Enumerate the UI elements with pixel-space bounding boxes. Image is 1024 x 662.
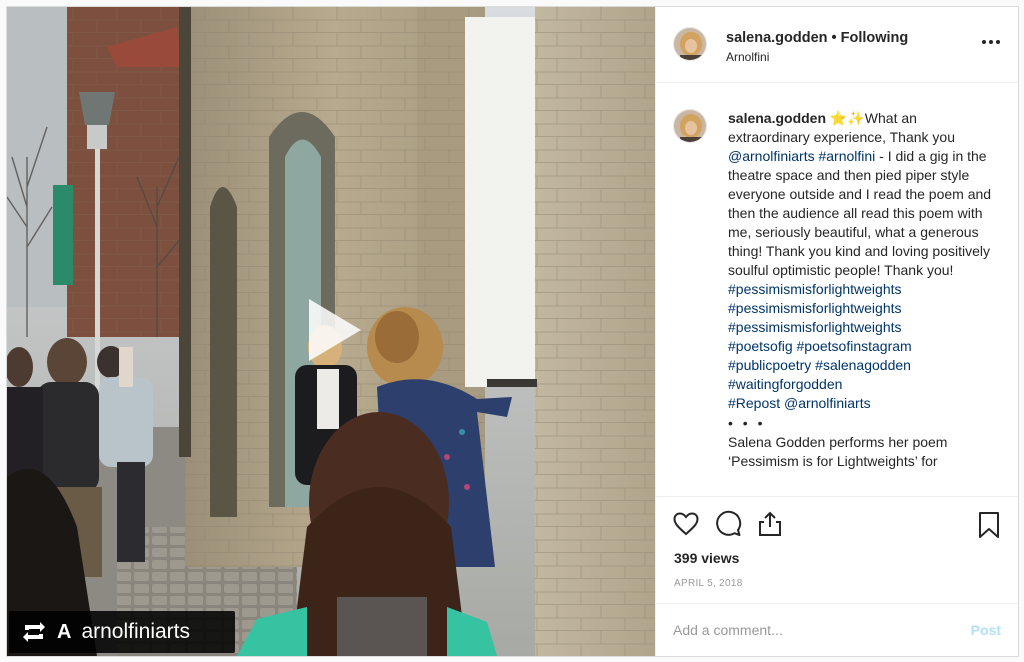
post-actions: 399 views APRIL 5, 2018 Add a comment...… <box>656 496 1018 656</box>
caption-text-b: - I did a gig in the theatre space and t… <box>728 148 992 278</box>
play-icon[interactable] <box>299 295 367 365</box>
caption-scroll-area[interactable]: salena.godden ⭐✨What an extraordinary ex… <box>656 84 1018 496</box>
post-date: APRIL 5, 2018 <box>674 578 743 589</box>
post-side-panel: salena.godden • Following Arnolfini salena… <box>655 7 1018 656</box>
location-link[interactable]: Arnolfini <box>726 50 769 64</box>
view-count[interactable]: 399 views <box>674 550 739 566</box>
video-player[interactable]: A arnolfiniarts <box>7 7 655 656</box>
hashtag-line[interactable]: #pessimismisforlightweights <box>728 299 996 318</box>
more-options-icon[interactable] <box>981 37 1001 47</box>
mention-link[interactable]: @arnolfiniarts <box>728 148 815 164</box>
following-button[interactable]: Following <box>841 30 909 46</box>
caption-second-paragraph: Salena Godden performs her poem ‘Pessimi… <box>728 434 948 469</box>
post-caption: salena.godden ⭐✨What an extraordinary ex… <box>728 109 996 471</box>
header-username[interactable]: salena.godden <box>726 30 828 46</box>
hashtag-line[interactable]: #Repost @arnolfiniarts <box>728 394 996 413</box>
repost-badge: A arnolfiniarts <box>9 611 235 653</box>
hashtag-line[interactable]: #waitingforgodden <box>728 375 996 394</box>
comment-form: Add a comment... Post <box>656 603 1018 656</box>
comment-icon[interactable] <box>714 510 742 538</box>
repost-letter: A <box>57 620 72 643</box>
header-username-row: salena.godden • Following <box>726 30 908 46</box>
share-icon[interactable] <box>756 510 784 538</box>
comment-input[interactable]: Add a comment... <box>673 622 783 638</box>
hashtag-link[interactable]: #arnolfini <box>818 148 875 164</box>
hashtag-line[interactable]: #pessimismisforlightweights <box>728 318 996 337</box>
action-icons <box>672 510 784 540</box>
avatar-image <box>674 110 706 142</box>
caption-avatar[interactable] <box>673 109 707 143</box>
caption-emoji: ⭐✨ <box>829 110 865 126</box>
repost-username: arnolfiniarts <box>81 620 191 643</box>
avatar[interactable] <box>673 27 707 61</box>
avatar-image <box>674 28 706 60</box>
bookmark-icon[interactable] <box>977 511 1001 539</box>
caption-username[interactable]: salena.godden <box>728 110 826 126</box>
post-comment-button[interactable]: Post <box>971 622 1001 638</box>
caption-ellipsis: • • • <box>728 415 766 431</box>
hashtag-line[interactable]: #pessimismisforlightweights <box>728 280 996 299</box>
separator-dot: • <box>831 30 837 46</box>
hashtag-line[interactable]: #publicpoetry #salenagodden <box>728 356 996 375</box>
heart-icon[interactable] <box>672 510 700 538</box>
repost-icon <box>23 622 45 642</box>
post-header: salena.godden • Following Arnolfini <box>656 7 1018 83</box>
hashtag-line[interactable]: #poetsofig #poetsofinstagram <box>728 337 996 356</box>
instagram-post-window: A arnolfiniarts salena.godden • Following … <box>6 6 1019 657</box>
